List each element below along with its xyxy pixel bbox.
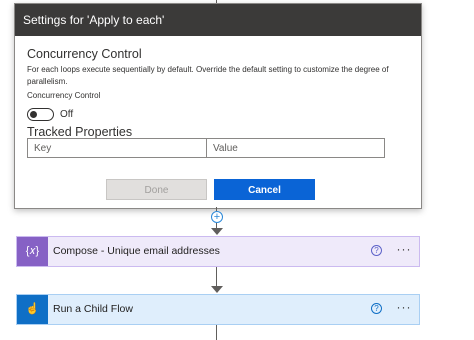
key-input[interactable] (27, 138, 207, 158)
done-button[interactable]: Done (106, 179, 207, 200)
value-input[interactable] (206, 138, 385, 158)
more-options-icon[interactable]: ··· (394, 241, 414, 261)
compose-icon: {𝑥} (17, 237, 48, 266)
concurrency-heading: Concurrency Control (27, 47, 142, 61)
toggle-knob (30, 111, 37, 118)
action-title: Run a Child Flow (53, 303, 133, 315)
connector-line (216, 267, 217, 287)
compose-action-card[interactable]: {𝑥} Compose - Unique email addresses ? ·… (16, 236, 420, 267)
child-flow-icon: ☝ (17, 295, 48, 324)
concurrency-toggle-label: Concurrency Control (27, 91, 101, 100)
add-step-icon[interactable]: + (211, 211, 223, 223)
concurrency-description: For each loops execute sequentially by d… (27, 65, 389, 86)
concurrency-toggle[interactable] (27, 108, 54, 121)
tracked-properties-heading: Tracked Properties (27, 125, 133, 139)
toggle-state-label: Off (60, 109, 74, 120)
help-icon[interactable]: ? (371, 303, 382, 314)
arrow-down-icon (211, 228, 223, 235)
action-title: Compose - Unique email addresses (53, 245, 220, 257)
run-child-flow-action-card[interactable]: ☝ Run a Child Flow ? ··· (16, 294, 420, 325)
help-icon[interactable]: ? (371, 245, 382, 256)
cancel-button[interactable]: Cancel (214, 179, 315, 200)
arrow-down-icon (211, 286, 223, 293)
connector-line (216, 325, 217, 340)
more-options-icon[interactable]: ··· (394, 299, 414, 319)
dialog-title: Settings for 'Apply to each' (15, 4, 421, 36)
settings-dialog: Settings for 'Apply to each' Concurrency… (14, 3, 422, 209)
